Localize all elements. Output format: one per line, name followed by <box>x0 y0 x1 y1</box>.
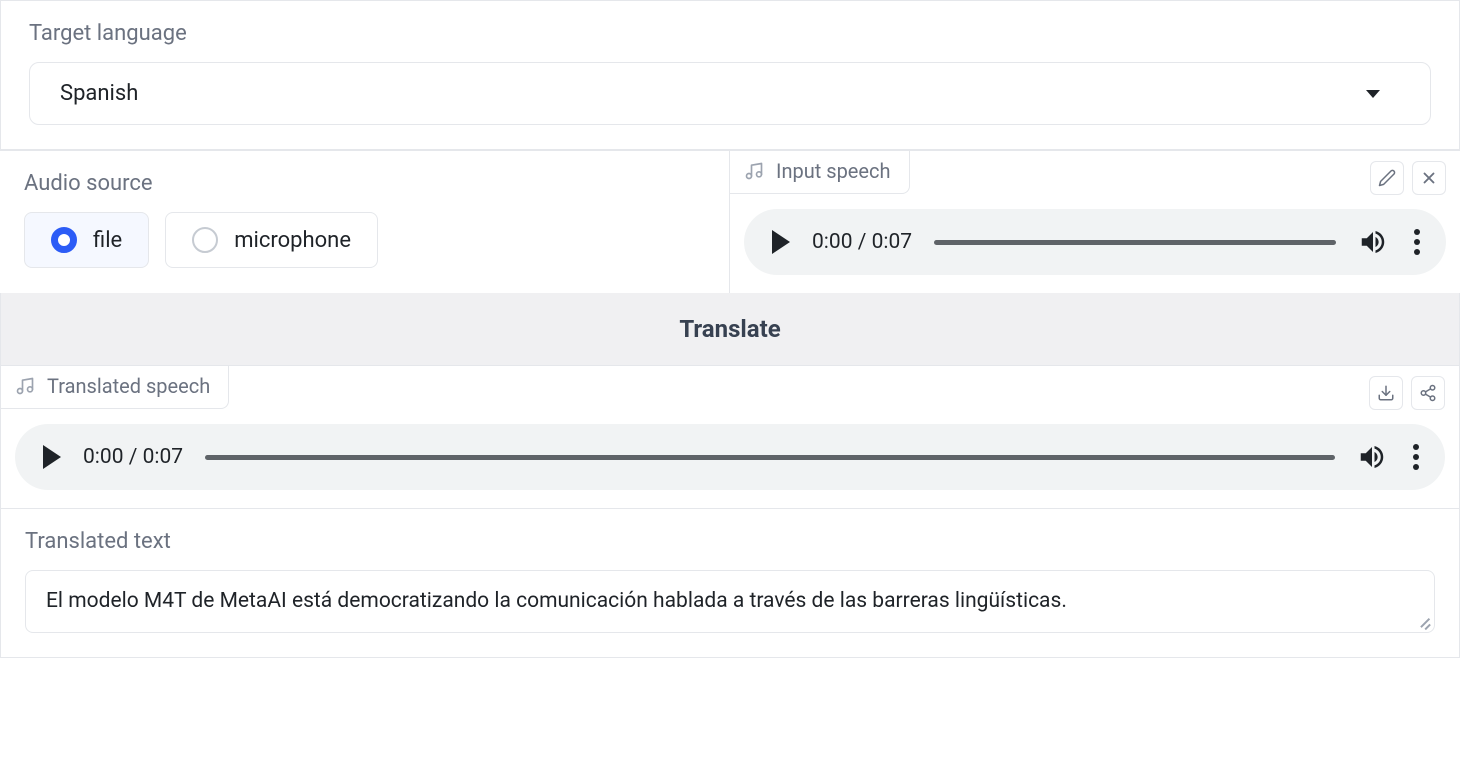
output-audio-progress[interactable] <box>205 455 1335 460</box>
input-audio-player: 0:00 / 0:07 <box>744 209 1446 275</box>
radio-selected-icon <box>51 227 77 253</box>
audio-source-microphone-option[interactable]: microphone <box>165 212 378 268</box>
translated-text-label: Translated text <box>25 529 1435 554</box>
translated-speech-section: Translated speech 0:00 / 0:07 Translated… <box>0 366 1460 658</box>
input-audio-time: 0:00 / 0:07 <box>812 230 912 254</box>
chevron-down-icon <box>1366 90 1380 98</box>
share-icon <box>1419 384 1437 402</box>
music-note-icon <box>15 376 35 396</box>
target-language-section: Target language Spanish <box>0 0 1460 150</box>
play-button[interactable] <box>43 445 61 469</box>
translated-speech-tag: Translated speech <box>1 366 229 409</box>
input-audio-progress[interactable] <box>934 240 1336 245</box>
input-speech-section: Input speech 0:00 / 0:07 <box>730 151 1460 293</box>
download-button[interactable] <box>1369 376 1403 410</box>
edit-button[interactable] <box>1370 161 1404 195</box>
output-audio-player: 0:00 / 0:07 <box>15 424 1445 490</box>
play-button[interactable] <box>772 230 790 254</box>
audio-source-microphone-label: microphone <box>234 228 351 253</box>
translated-text-section: Translated text El modelo M4T de MetaAI … <box>1 508 1459 657</box>
audio-source-file-label: file <box>93 228 122 253</box>
download-icon <box>1377 384 1395 402</box>
translated-text-output[interactable]: El modelo M4T de MetaAI está democratiza… <box>25 570 1435 633</box>
pencil-icon <box>1378 169 1396 187</box>
translate-button[interactable]: Translate <box>0 293 1460 366</box>
volume-icon[interactable] <box>1358 227 1388 257</box>
audio-more-button[interactable] <box>1409 440 1423 474</box>
audio-source-section: Audio source file microphone <box>0 151 730 293</box>
translated-speech-label: Translated speech <box>47 374 210 398</box>
share-button[interactable] <box>1411 376 1445 410</box>
target-language-select[interactable]: Spanish <box>29 62 1431 125</box>
target-language-label: Target language <box>29 21 1431 46</box>
audio-source-label: Audio source <box>24 171 705 196</box>
output-audio-time: 0:00 / 0:07 <box>83 445 183 469</box>
audio-source-file-option[interactable]: file <box>24 212 149 268</box>
target-language-value: Spanish <box>60 81 138 106</box>
music-note-icon <box>744 161 764 181</box>
input-row: Audio source file microphone Input speec… <box>0 150 1460 293</box>
input-speech-tag: Input speech <box>730 151 910 194</box>
volume-icon[interactable] <box>1357 442 1387 472</box>
clear-button[interactable] <box>1412 161 1446 195</box>
audio-more-button[interactable] <box>1410 225 1424 259</box>
close-icon <box>1420 169 1438 187</box>
input-speech-label: Input speech <box>776 159 891 183</box>
radio-unselected-icon <box>192 227 218 253</box>
